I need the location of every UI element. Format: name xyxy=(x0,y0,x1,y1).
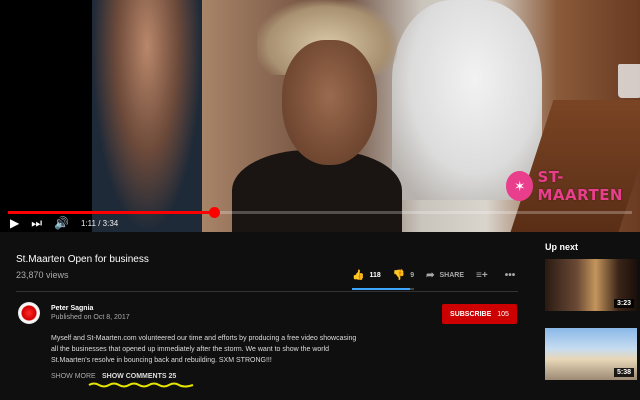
yellow-scribble xyxy=(88,382,194,388)
like-button[interactable]: 👍 118 xyxy=(352,270,381,281)
video-person-left xyxy=(92,0,202,232)
divider xyxy=(16,291,518,292)
share-button[interactable]: ➦ SHARE xyxy=(426,270,464,281)
duration-badge: 3:23 xyxy=(613,299,634,308)
share-label: SHARE xyxy=(439,272,465,279)
volume-icon[interactable]: 🔊 xyxy=(54,216,69,230)
share-icon: ➦ xyxy=(426,270,435,281)
sentiment-fill xyxy=(352,288,410,290)
up-next-thumbnail[interactable]: 3:23 xyxy=(545,259,637,311)
up-next-thumbnail[interactable]: 5:38 xyxy=(545,328,637,380)
thumb-up-icon: 👍 xyxy=(352,270,365,281)
video-player[interactable]: ✶ ST-MAARTEN ▶ ⏭ 🔊 1:11 / 3:34 xyxy=(0,0,640,232)
time-total: 3:34 xyxy=(102,218,119,228)
more-icon: ••• xyxy=(504,270,516,281)
video-actions: 👍 118 👎 9 ➦ SHARE ≡+ ••• xyxy=(352,270,532,281)
dislike-button[interactable]: 👎 9 xyxy=(393,270,414,281)
add-to-playlist-icon: ≡+ xyxy=(476,270,488,281)
thumb-down-icon: 👎 xyxy=(392,270,406,281)
subscribe-label: SUBSCRIBE xyxy=(450,310,492,318)
sentiment-bar xyxy=(352,288,414,290)
palm-tree-icon: ✶ xyxy=(506,171,534,201)
more-button[interactable]: ••• xyxy=(505,270,521,281)
time-display: 1:11 / 3:34 xyxy=(81,218,119,228)
video-title: St.Maarten Open for business xyxy=(16,254,149,265)
channel-name[interactable]: Peter Sagnia xyxy=(51,305,93,312)
add-to-playlist-button[interactable]: ≡+ xyxy=(476,270,493,281)
view-count: 23,870 views xyxy=(16,270,69,280)
description-line: all the businesses that opened up immedi… xyxy=(51,346,330,353)
like-count: 118 xyxy=(369,272,381,279)
subscribe-button[interactable]: SUBSCRIBE 105 xyxy=(442,304,517,324)
next-icon[interactable]: ⏭ xyxy=(31,216,42,230)
video-woman-face xyxy=(282,40,377,165)
show-comments-button[interactable]: SHOW COMMENTS 25 xyxy=(102,373,176,380)
description-line: Myself and St-Maarten.com volunteered ou… xyxy=(51,335,357,342)
time-current: 1:11 xyxy=(81,218,96,228)
player-controls: ▶ ⏭ 🔊 1:11 / 3:34 xyxy=(0,214,640,232)
description-line: St.Maarten's resolve in bouncing back an… xyxy=(51,357,272,364)
watermark-text: ST-MAARTEN xyxy=(537,168,623,204)
play-icon[interactable]: ▶ xyxy=(10,216,19,230)
channel-watermark[interactable]: ✶ ST-MAARTEN xyxy=(506,168,640,204)
video-cup xyxy=(618,64,640,98)
description: Myself and St-Maarten.com volunteered ou… xyxy=(51,333,451,366)
up-next-heading: Up next xyxy=(545,242,579,252)
show-more-button[interactable]: SHOW MORE xyxy=(51,373,96,380)
dislike-count: 9 xyxy=(410,272,415,279)
avatar[interactable] xyxy=(18,302,40,324)
publish-date: Published on Oct 8, 2017 xyxy=(51,314,130,321)
subscriber-count: 105 xyxy=(497,310,509,318)
duration-badge: 5:38 xyxy=(613,368,634,377)
